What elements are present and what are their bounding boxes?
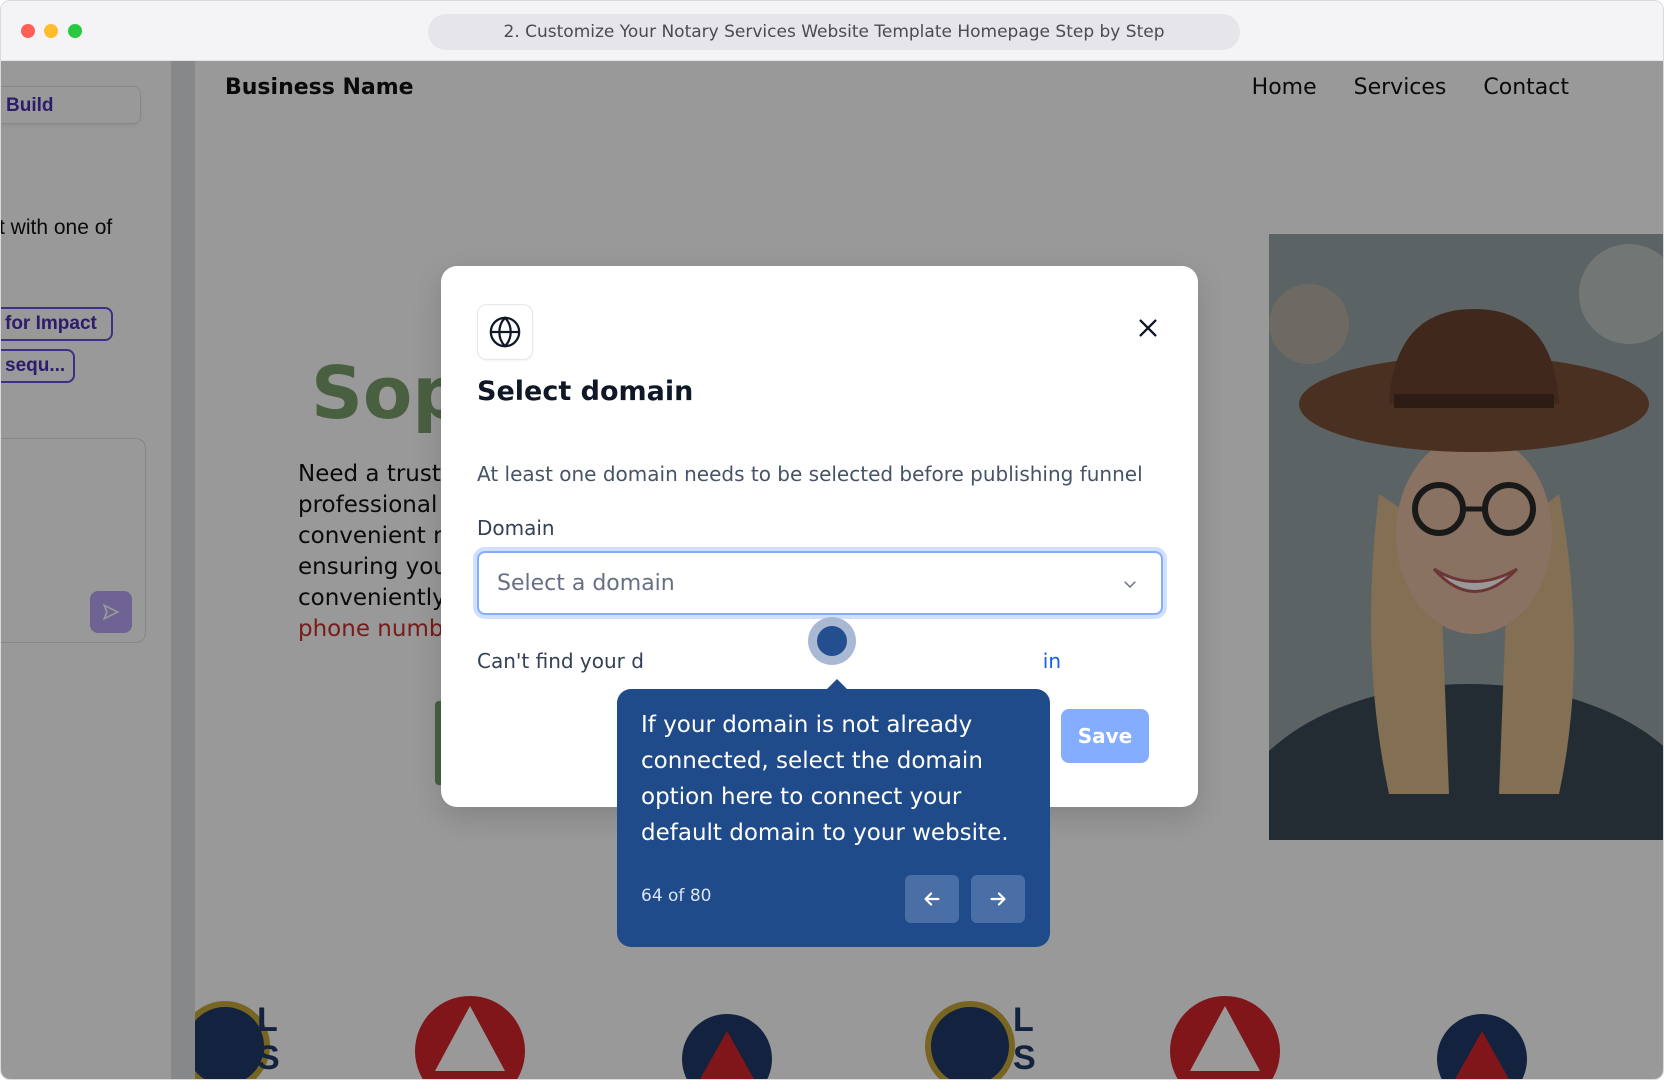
walkthrough-hotspot[interactable] xyxy=(808,617,856,665)
modal-description: At least one domain needs to be selected… xyxy=(477,462,1143,486)
window-title: 2. Customize Your Notary Services Websit… xyxy=(428,14,1240,50)
tooltip-arrow xyxy=(827,679,847,689)
domain-select-placeholder: Select a domain xyxy=(497,570,675,596)
modal-icon-frame xyxy=(477,304,533,360)
modal-title: Select domain xyxy=(477,376,694,407)
domain-select[interactable]: Select a domain xyxy=(477,551,1163,615)
connect-domain-link[interactable]: in xyxy=(1041,649,1061,673)
app-content: Build t with one of for Impact sequ... B… xyxy=(1,61,1663,1079)
arrow-left-icon xyxy=(924,892,940,906)
tooltip-step-counter: 64 of 80 xyxy=(641,886,712,906)
browser-window: 2. Customize Your Notary Services Websit… xyxy=(0,0,1664,1080)
arrow-right-icon xyxy=(990,892,1006,906)
save-button[interactable]: Save xyxy=(1061,709,1149,763)
globe-icon xyxy=(489,316,521,348)
tooltip-text: If your domain is not already connected,… xyxy=(641,712,1009,846)
chevron-down-icon xyxy=(1124,581,1136,589)
walkthrough-tooltip: If your domain is not already connected,… xyxy=(617,679,1050,947)
minimize-window-button[interactable] xyxy=(44,24,58,38)
close-window-button[interactable] xyxy=(21,24,35,38)
title-bar: 2. Customize Your Notary Services Websit… xyxy=(1,1,1663,61)
domain-label: Domain xyxy=(477,516,555,540)
previous-step-button[interactable] xyxy=(905,875,959,923)
close-icon xyxy=(1139,319,1157,337)
hotspot-dot xyxy=(817,626,847,656)
close-modal-button[interactable] xyxy=(1132,312,1164,344)
cant-find-domain-text: Can't find your d xyxy=(477,649,644,673)
maximize-window-button[interactable] xyxy=(68,24,82,38)
next-step-button[interactable] xyxy=(971,875,1025,923)
